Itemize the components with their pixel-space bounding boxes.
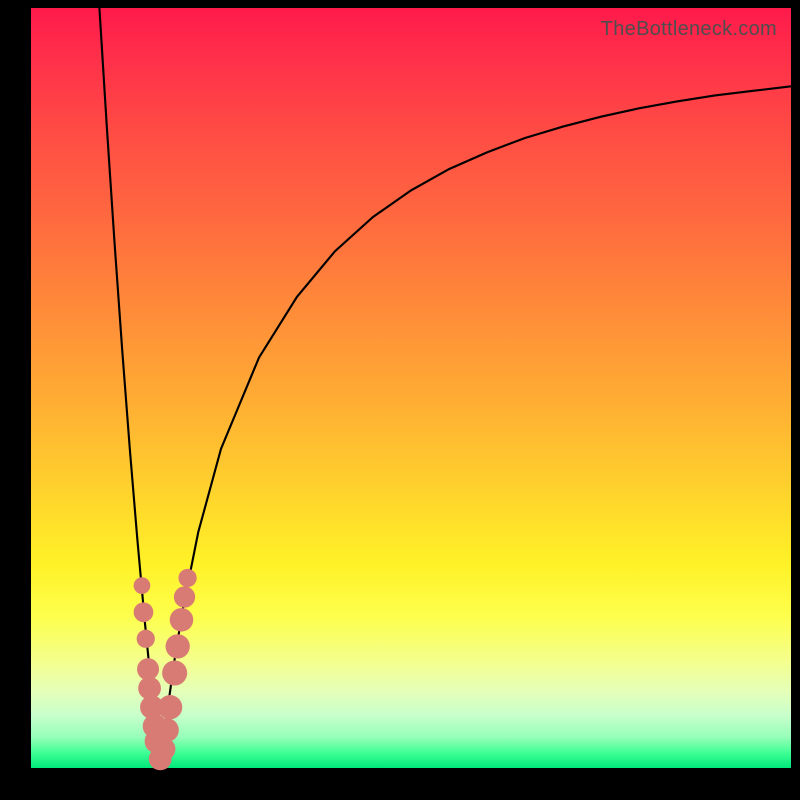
scatter-point	[137, 630, 155, 648]
curve-right-line	[160, 86, 791, 768]
curve-left-line	[99, 8, 160, 768]
scatter-point	[134, 602, 154, 622]
scatter-point	[170, 608, 194, 632]
chart-svg	[31, 8, 791, 768]
series-group	[99, 8, 791, 770]
plot-area: TheBottleneck.com	[31, 8, 791, 768]
chart-frame: TheBottleneck.com	[0, 0, 800, 800]
scatter-point	[134, 577, 151, 594]
scatter-point	[178, 569, 196, 587]
scatter-point	[162, 660, 187, 685]
scatter-point	[174, 586, 195, 607]
scatter-point	[155, 718, 179, 742]
scatter-point	[166, 634, 190, 658]
scatter-point	[158, 695, 182, 719]
